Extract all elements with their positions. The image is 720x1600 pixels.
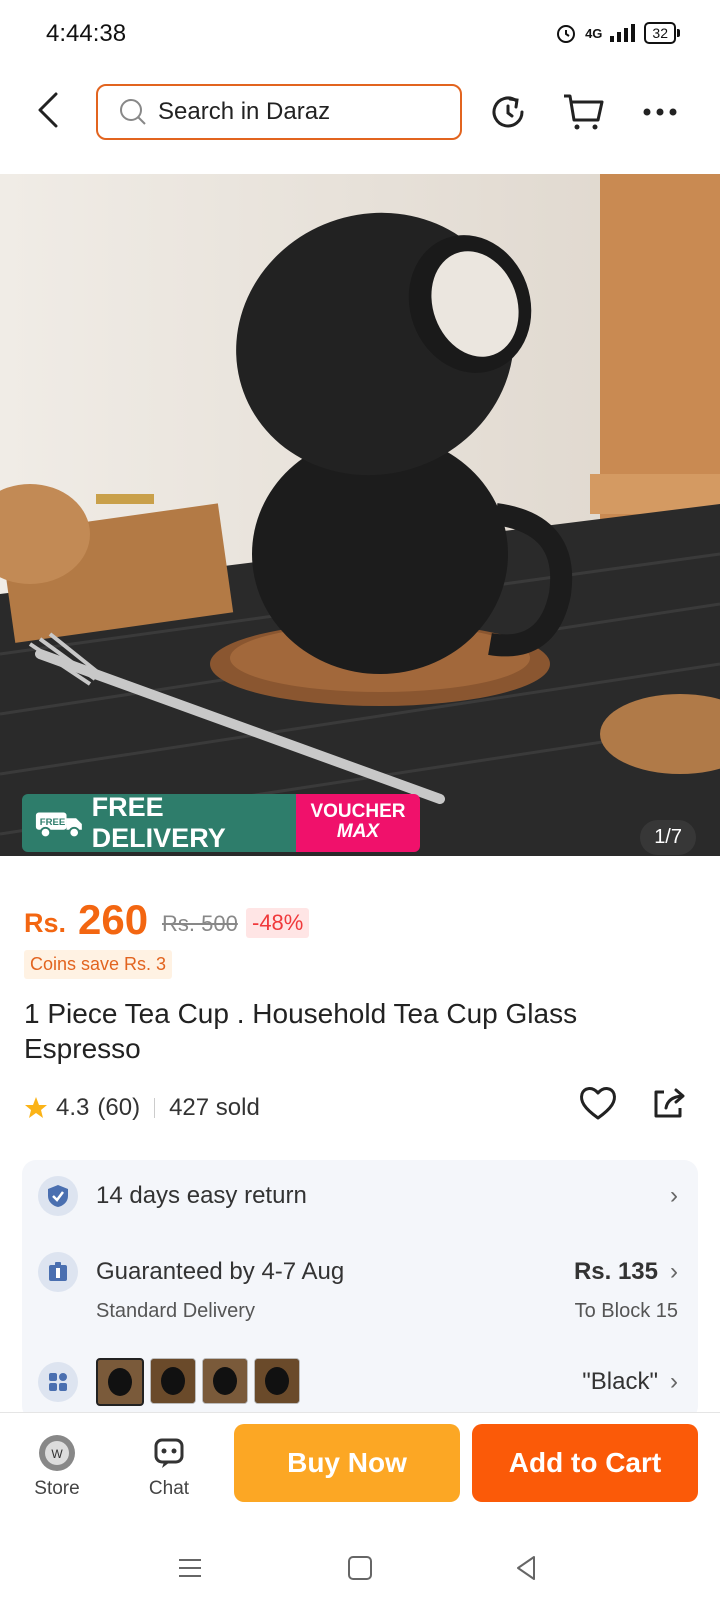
- back-triangle-icon: [517, 1556, 535, 1580]
- store-avatar-icon: W: [39, 1435, 75, 1471]
- svg-text:W: W: [51, 1447, 63, 1461]
- discount-badge: -48%: [246, 908, 310, 938]
- back-nav-button[interactable]: [506, 1548, 546, 1588]
- store-button[interactable]: W Store: [22, 1434, 92, 1500]
- search-bar[interactable]: Search in Daraz: [96, 84, 462, 140]
- store-label: Store: [34, 1478, 80, 1499]
- svg-text:FREE: FREE: [40, 817, 65, 828]
- delivery-truck-icon: FREE: [35, 812, 82, 839]
- voucher-max-badge: VOUCHER MAX: [296, 794, 420, 852]
- return-policy-text: 14 days easy return: [96, 1182, 307, 1209]
- home-nav-button[interactable]: [340, 1548, 380, 1588]
- status-icons: 4G 32: [555, 22, 680, 44]
- image-counter: 1/7: [640, 820, 696, 855]
- variant-thumb[interactable]: [96, 1358, 144, 1406]
- price-currency: Rs.: [24, 908, 67, 938]
- free-delivery-badge: FREE FREE DELIVERY: [22, 792, 296, 853]
- selected-variant: "Black": [582, 1368, 658, 1395]
- search-icon: [120, 99, 146, 125]
- history-button[interactable]: [486, 90, 530, 134]
- delivery-type: Standard Delivery: [96, 1300, 255, 1322]
- chat-robot-icon: [154, 1438, 184, 1468]
- signal-icon: [610, 24, 636, 42]
- battery-indicator: 32: [644, 22, 680, 44]
- variant-grid-icon: [38, 1362, 78, 1402]
- chevron-right-icon: ›: [670, 1182, 678, 1209]
- delivery-box-icon: [38, 1252, 78, 1292]
- coins-badge: Coins save Rs. 3: [24, 950, 173, 979]
- sold-count: 427 sold: [169, 1094, 260, 1121]
- original-price: Rs. 500: [162, 911, 238, 936]
- product-photo: [0, 174, 720, 856]
- product-image[interactable]: [0, 174, 720, 856]
- variant-thumb[interactable]: [254, 1358, 300, 1404]
- back-button[interactable]: [30, 88, 70, 136]
- rating-row[interactable]: 4.3 (60) 427 sold: [24, 1094, 260, 1122]
- add-to-cart-button[interactable]: Add to Cart: [472, 1424, 698, 1502]
- wishlist-button[interactable]: [578, 1084, 618, 1127]
- menu-nav-button[interactable]: [170, 1548, 210, 1588]
- menu-lines-icon: [179, 1559, 201, 1577]
- free-delivery-text: FREE DELIVERY: [91, 792, 226, 853]
- divider: [154, 1098, 156, 1118]
- status-time: 4:44:38: [46, 20, 127, 47]
- chevron-right-icon: ›: [670, 1258, 678, 1285]
- chevron-right-icon: ›: [670, 1368, 678, 1395]
- delivery-destination: To Block 15: [574, 1300, 678, 1322]
- cart-icon: [564, 94, 604, 130]
- refresh-history-icon: [492, 96, 524, 128]
- back-arrow-icon: [38, 92, 58, 128]
- cart-button[interactable]: [562, 90, 606, 134]
- variant-thumb[interactable]: [202, 1358, 248, 1404]
- price-value: 260: [78, 896, 149, 943]
- more-button[interactable]: [638, 90, 682, 134]
- voucher-line1: VOUCHER: [310, 801, 406, 822]
- chat-button[interactable]: Chat: [134, 1434, 204, 1500]
- chat-label: Chat: [148, 1478, 190, 1499]
- variant-row[interactable]: "Black" ›: [38, 1358, 678, 1406]
- return-policy-row[interactable]: 14 days easy return ›: [38, 1176, 678, 1216]
- voucher-line2: MAX: [336, 821, 380, 842]
- variant-thumbnails: [96, 1358, 582, 1406]
- more-dots-icon: [643, 108, 677, 116]
- network-type: 4G: [585, 25, 603, 41]
- alarm-icon: [557, 25, 576, 43]
- delivery-price: Rs. 135: [573, 1258, 658, 1285]
- shield-check-icon: [38, 1176, 78, 1216]
- variant-thumb[interactable]: [150, 1358, 196, 1404]
- heart-icon: [580, 1087, 616, 1120]
- search-input[interactable]: Search in Daraz: [158, 98, 330, 126]
- star-icon: [25, 1097, 47, 1118]
- delivery-guarantee-text: Guaranteed by 4-7 Aug: [96, 1258, 345, 1285]
- share-button[interactable]: [650, 1084, 688, 1127]
- buy-now-button[interactable]: Buy Now: [234, 1424, 460, 1502]
- share-icon: [654, 1088, 685, 1118]
- rating-value: 4.3: [56, 1094, 90, 1121]
- review-count: (60): [97, 1094, 141, 1121]
- product-title: 1 Piece Tea Cup . Household Tea Cup Glas…: [24, 998, 578, 1064]
- home-square-icon: [348, 1556, 372, 1580]
- delivery-row[interactable]: Guaranteed by 4-7 Aug Rs. 135 ›: [38, 1252, 678, 1292]
